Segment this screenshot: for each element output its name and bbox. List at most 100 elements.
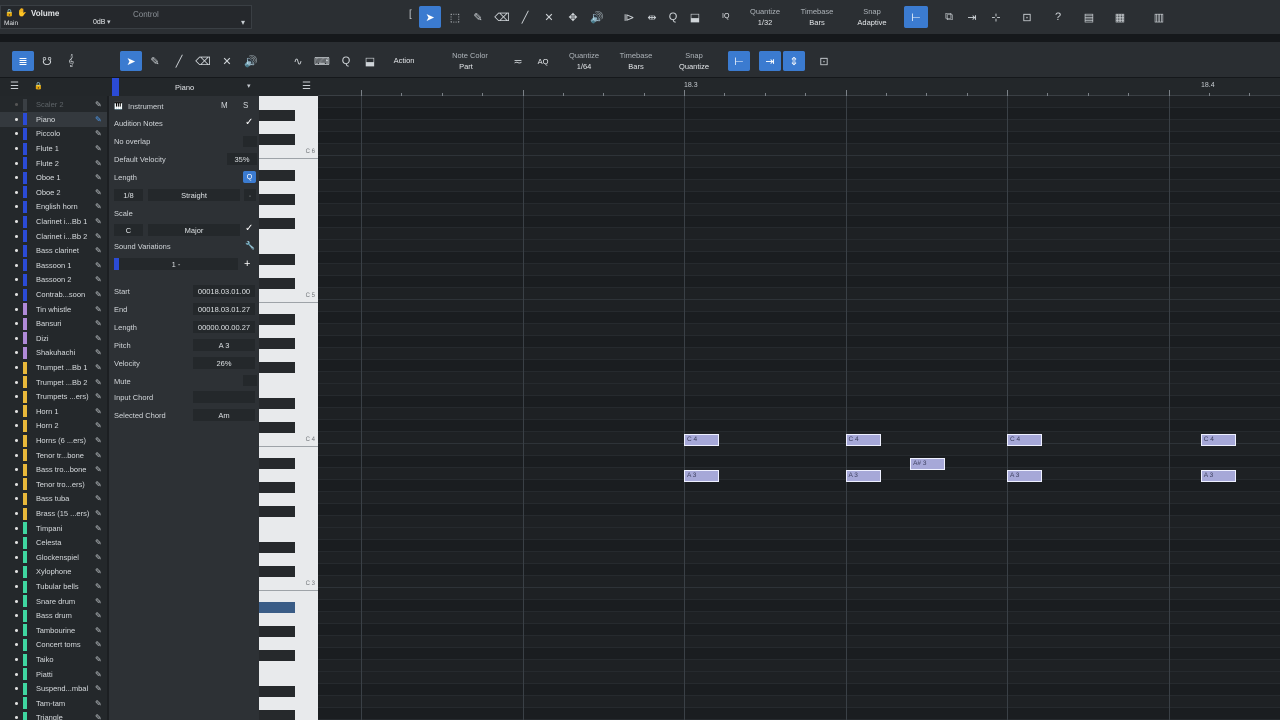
edit-pencil-icon[interactable]: ✎ (95, 144, 103, 153)
edit-pencil-icon[interactable]: ✎ (95, 582, 103, 591)
black-key[interactable] (259, 458, 295, 469)
end-field[interactable]: 00018.03.01.27 (193, 303, 255, 315)
quantize-value[interactable]: 1/64 (564, 62, 604, 71)
track-item[interactable]: Dizi ✎ (0, 331, 107, 346)
black-key[interactable] (259, 482, 295, 493)
paint-icon[interactable]: ╱ (170, 52, 188, 70)
track-item[interactable]: Triangle ✎ (0, 711, 107, 720)
edit-pencil-icon[interactable]: ✎ (95, 100, 103, 109)
edit-pencil-icon[interactable]: ✎ (95, 465, 103, 474)
record-dot-icon[interactable] (15, 103, 18, 107)
edit-pencil-icon[interactable]: ✎ (95, 421, 103, 430)
track-item[interactable]: Horn 1 ✎ (0, 404, 107, 419)
record-dot-icon[interactable] (15, 512, 18, 516)
arrow-tool-button[interactable]: ➤ (120, 51, 142, 71)
record-dot-icon[interactable] (15, 497, 18, 501)
track-item[interactable]: Contrab...soon ✎ (0, 287, 107, 302)
autoscroll-icon[interactable]: ⇥ (963, 8, 981, 26)
track-item[interactable]: Tin whistle ✎ (0, 302, 107, 317)
record-dot-icon[interactable] (15, 161, 18, 165)
midi-note[interactable]: C 4 (845, 434, 881, 446)
record-dot-icon[interactable] (15, 599, 18, 603)
track-item[interactable]: Bass drum ✎ (0, 609, 107, 624)
record-dot-icon[interactable] (15, 716, 18, 720)
track-item[interactable]: Horn 2 ✎ (0, 419, 107, 434)
midi-note[interactable]: C 4 (1200, 434, 1236, 446)
help-icon[interactable]: ? (1049, 8, 1067, 26)
loop-icon[interactable]: ⧉ (940, 8, 958, 26)
snap-value[interactable]: Adaptive (850, 18, 894, 27)
edit-pencil-icon[interactable]: ✎ (95, 290, 103, 299)
record-dot-icon[interactable] (15, 380, 18, 384)
edit-pencil-icon[interactable]: ✎ (95, 261, 103, 270)
edit-pencil-icon[interactable]: ✎ (95, 684, 103, 693)
track-item[interactable]: Bassoon 1 ✎ (0, 258, 107, 273)
track-item[interactable]: Tubular bells ✎ (0, 579, 107, 594)
track-item[interactable]: Shakuhachi ✎ (0, 346, 107, 361)
listen-tool-icon[interactable]: 🔊 (588, 8, 606, 26)
edit-pencil-icon[interactable]: ✎ (95, 655, 103, 664)
track-item[interactable]: Snare drum ✎ (0, 594, 107, 609)
midi-note[interactable]: C 4 (684, 434, 719, 446)
velocity-field[interactable]: 26% (193, 357, 255, 369)
pitch-field[interactable]: A 3 (193, 339, 255, 351)
record-dot-icon[interactable] (15, 424, 18, 428)
target-icon[interactable]: ⊡ (1018, 8, 1036, 26)
edit-pencil-icon[interactable]: ✎ (95, 217, 103, 226)
mute-tool-icon[interactable]: ✕ (218, 52, 236, 70)
edit-pencil-icon[interactable]: ✎ (95, 305, 103, 314)
track-item[interactable]: Bass tro...bone ✎ (0, 463, 107, 478)
edit-pencil-icon[interactable]: ✎ (95, 699, 103, 708)
edit-pencil-icon[interactable]: ✎ (95, 567, 103, 576)
black-key[interactable] (259, 542, 295, 553)
bracket-icon[interactable]: [ (409, 9, 412, 20)
track-item[interactable]: Xylophone ✎ (0, 565, 107, 580)
edit-pencil-icon[interactable]: ✎ (95, 436, 103, 445)
length-dropdown[interactable]: 1/8 (114, 189, 143, 201)
black-key[interactable] (259, 134, 295, 145)
dot-button[interactable]: · (244, 189, 256, 201)
edit-pencil-icon[interactable]: ✎ (95, 334, 103, 343)
record-dot-icon[interactable] (15, 658, 18, 662)
edit-pencil-icon[interactable]: ✎ (95, 159, 103, 168)
add-variation-button[interactable]: + (244, 258, 250, 270)
paint-icon[interactable]: ╱ (516, 8, 534, 26)
record-dot-icon[interactable] (15, 439, 18, 443)
black-key[interactable] (259, 170, 295, 181)
record-dot-icon[interactable] (15, 176, 18, 180)
keyboard-icon[interactable]: ⌨ (313, 52, 331, 70)
edit-pencil-icon[interactable]: ✎ (95, 246, 103, 255)
inspector-toggle-button[interactable]: ≣ (12, 51, 34, 71)
track-item[interactable]: Tambourine ✎ (0, 623, 107, 638)
track-item[interactable]: Concert toms ✎ (0, 638, 107, 653)
snap-toggle-button[interactable]: ⊢ (728, 51, 750, 71)
record-dot-icon[interactable] (15, 234, 18, 238)
audition-notes-checkbox[interactable]: ✓ (245, 117, 253, 128)
track-item[interactable]: Tam-tam ✎ (0, 696, 107, 711)
record-dot-icon[interactable] (15, 293, 18, 297)
edit-pencil-icon[interactable]: ✎ (95, 378, 103, 387)
track-item[interactable]: Piatti ✎ (0, 667, 107, 682)
record-dot-icon[interactable] (15, 117, 18, 121)
record-dot-icon[interactable] (15, 482, 18, 486)
record-dot-icon[interactable] (15, 687, 18, 691)
edit-pencil-icon[interactable]: ✎ (95, 611, 103, 620)
mute-tool-icon[interactable]: ✕ (540, 8, 558, 26)
record-dot-icon[interactable] (15, 409, 18, 413)
track-item[interactable]: Piccolo ✎ (0, 127, 107, 142)
midi-note[interactable]: A 3 (1007, 470, 1042, 482)
sound-variation-dropdown[interactable]: 1 - (114, 258, 238, 270)
no-overlap-checkbox[interactable] (243, 136, 257, 147)
track-item[interactable]: Clarinet i...Bb 2 ✎ (0, 229, 107, 244)
track-item[interactable]: Brass (15 ...ers) ✎ (0, 506, 107, 521)
track-item[interactable]: English horn ✎ (0, 200, 107, 215)
default-velocity-field[interactable]: 35% (227, 153, 257, 165)
record-dot-icon[interactable] (15, 628, 18, 632)
mixer-control-box[interactable]: 🔒 ✋ Volume Main 0dB ▾ Control ▾ (0, 5, 252, 29)
midi-note[interactable]: A# 3 (910, 458, 946, 470)
track-item[interactable]: Bass tuba ✎ (0, 492, 107, 507)
arrow-tool-button[interactable]: ➤ (419, 6, 441, 28)
record-dot-icon[interactable] (15, 585, 18, 589)
eraser-icon[interactable]: ⌫ (493, 8, 511, 26)
black-key[interactable] (259, 710, 295, 720)
